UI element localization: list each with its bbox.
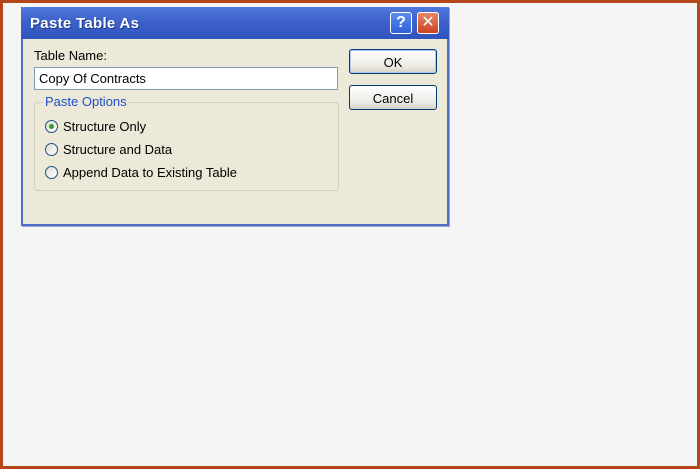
close-icon: ✕	[421, 14, 435, 31]
option-label: Structure and Data	[63, 141, 173, 157]
radio-selected-icon[interactable]	[45, 119, 58, 133]
table-name-label: Table Name:	[34, 48, 107, 63]
dialog-title: Paste Table As	[30, 15, 140, 32]
option-structure-and-data[interactable]: Structure and Data	[45, 140, 172, 158]
option-label: Structure Only	[63, 118, 147, 134]
question-mark-icon: ?	[396, 14, 406, 31]
cancel-button[interactable]: Cancel	[349, 85, 437, 110]
option-label: Append Data to Existing Table	[63, 164, 237, 180]
option-structure-only[interactable]: Structure Only	[45, 117, 146, 135]
option-append-data[interactable]: Append Data to Existing Table	[45, 163, 237, 181]
paste-table-as-dialog: Paste Table As ? ✕ Table Name: Paste Opt…	[21, 7, 449, 226]
table-name-input[interactable]	[34, 67, 338, 90]
close-button[interactable]: ✕	[417, 12, 439, 34]
help-button[interactable]: ?	[390, 12, 412, 34]
radio-unselected-icon[interactable]	[45, 142, 58, 156]
dialog-titlebar[interactable]: Paste Table As ? ✕	[21, 7, 449, 39]
paste-options-legend: Paste Options	[43, 94, 129, 109]
paste-options-group: Paste Options Structure Only Structure a…	[34, 94, 339, 191]
ok-button[interactable]: OK	[349, 49, 437, 74]
radio-unselected-icon[interactable]	[45, 165, 58, 179]
